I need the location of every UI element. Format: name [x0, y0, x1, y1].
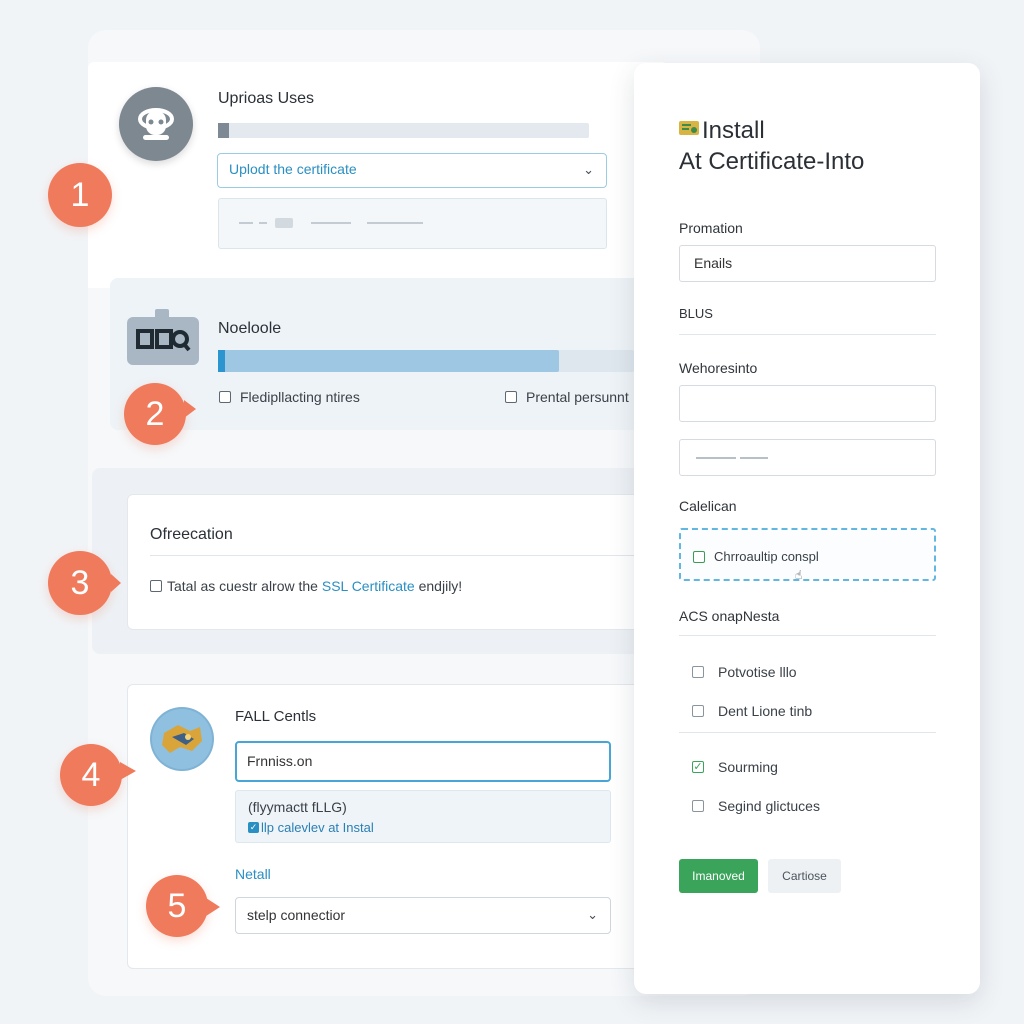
- wehoresinto-label: Wehoresinto: [679, 360, 758, 376]
- step-5-badge: 5: [146, 875, 208, 937]
- blus-value: BLUS: [679, 306, 713, 321]
- dialog-divider-3: [679, 732, 936, 733]
- step-4-note-box: (flyymactt fLLG) ✓ llp calevlev at Insta…: [235, 790, 611, 843]
- certificate-select-value: Uplodt the certificate: [229, 161, 357, 177]
- step-2-option-2-label: Prental persunnt: [526, 389, 629, 405]
- option-4-label: Segind glictuces: [718, 798, 820, 814]
- step-4-note-line-2: llp calevlev at Instal: [261, 820, 374, 835]
- option-1-checkbox[interactable]: [692, 666, 704, 678]
- step-1-progress: [218, 123, 589, 138]
- cancel-button[interactable]: Cartiose: [768, 859, 841, 893]
- step-2-progress: [218, 350, 634, 372]
- calelican-label: Calelican: [679, 498, 737, 514]
- step-4-input-value: Frnniss.on: [247, 753, 313, 769]
- emails-field-value: Enails: [694, 255, 733, 271]
- globe-tool-icon: [150, 707, 214, 771]
- step-4-badge: 4: [60, 744, 122, 806]
- step-2-badge: 2: [124, 383, 186, 445]
- step-2-title: Noeloole: [218, 320, 282, 337]
- dialog-divider-2: [679, 635, 936, 636]
- chevron-down-icon: ⌄: [587, 907, 598, 922]
- step-1-badge: 1: [48, 163, 112, 227]
- step-4-title: FALL Centls: [235, 708, 317, 725]
- step-3-agree-checkbox[interactable]: [150, 580, 162, 592]
- calelican-checkbox[interactable]: [693, 551, 705, 563]
- step-2-option-1-checkbox[interactable]: [219, 391, 231, 403]
- step-2-progress-fill: [218, 350, 560, 372]
- certificate-select[interactable]: Uplodt the certificate ⌄: [217, 153, 607, 188]
- option-1-label: Potvotise lllo: [718, 664, 797, 680]
- step-4-note-line-1: (flyymactt fLLG): [248, 799, 347, 815]
- file-drop-area[interactable]: [218, 198, 607, 249]
- wehoresinto-field[interactable]: [679, 385, 936, 422]
- ssl-certificate-link[interactable]: SSL Certificate: [322, 578, 415, 594]
- step-3-card: [127, 494, 647, 630]
- promation-label: Promation: [679, 220, 743, 236]
- search-doc-icon: [127, 307, 199, 365]
- step-2-badge-pointer: [184, 400, 196, 418]
- step-3-agree-text: Tatal as cuestr alrow the: [167, 578, 322, 594]
- secondary-field[interactable]: [679, 439, 936, 476]
- emails-field[interactable]: Enails: [679, 245, 936, 282]
- step-2-option-1-label: Fledipllacting ntires: [240, 389, 360, 405]
- step-1-title: Uprioas Uses: [218, 90, 315, 107]
- step-4-badge-pointer: [120, 762, 136, 780]
- step-4-note-checkbox[interactable]: ✓: [248, 822, 259, 833]
- option-2-label: Dent Lione tinb: [718, 703, 813, 719]
- option-2-checkbox[interactable]: [692, 705, 704, 717]
- connection-select[interactable]: stelp connectior ⌄: [235, 897, 611, 934]
- option-3-checkbox[interactable]: ✓: [692, 761, 704, 773]
- step-5-title: Netall: [235, 866, 271, 882]
- dialog-title-line-2: At Certificate-Into: [679, 148, 865, 175]
- option-3-label: Sourming: [718, 759, 778, 775]
- step-2-option-2-checkbox[interactable]: [505, 391, 517, 403]
- step-3-badge: 3: [48, 551, 112, 615]
- chevron-down-icon: ⌄: [583, 162, 594, 177]
- improved-button[interactable]: Imanoved: [679, 859, 758, 893]
- connection-select-value: stelp connectior: [247, 907, 346, 923]
- user-avatar-icon: [119, 87, 193, 161]
- calelican-checkbox-label: Chrroaultip conspl: [714, 549, 819, 564]
- step-4-input[interactable]: Frnniss.on: [235, 741, 611, 782]
- step-3-agree-suffix: endjily!: [414, 578, 463, 594]
- option-4-checkbox[interactable]: [692, 800, 704, 812]
- step-3-agree-label: Tatal as cuestr alrow the SSL Certificat…: [167, 578, 462, 594]
- step-5-badge-pointer: [206, 898, 220, 916]
- calelican-dropzone[interactable]: Chrroaultip conspl ☝: [679, 528, 936, 582]
- step-3-divider: [150, 555, 635, 556]
- step-1-progress-fill: [218, 123, 230, 138]
- step-3-badge-pointer: [111, 574, 121, 592]
- cursor-icon: ☝: [795, 568, 803, 582]
- dialog-divider-1: [679, 334, 936, 335]
- dialog-title-line-1: Install: [702, 117, 765, 144]
- acs-value: ACS onapNesta: [679, 608, 780, 624]
- step-3-title: Ofreecation: [150, 526, 233, 543]
- certificate-icon: [679, 119, 699, 137]
